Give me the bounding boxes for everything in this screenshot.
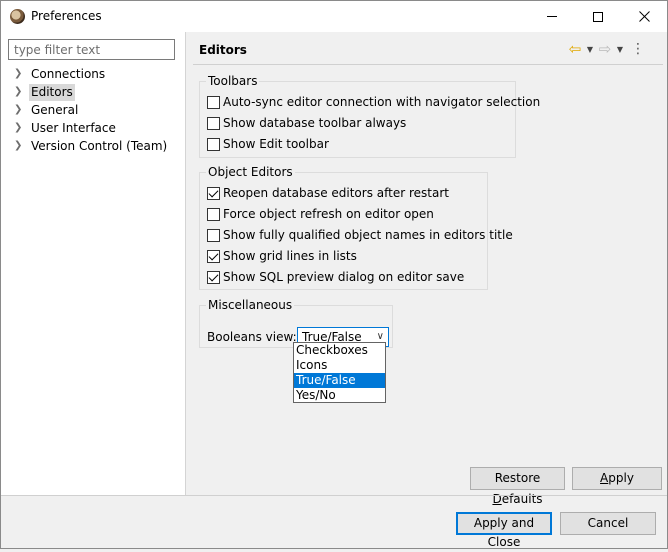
view-menu-icon[interactable]: ⋮ [631, 41, 645, 57]
expand-chevron-icon[interactable]: ❯ [14, 101, 24, 119]
maximize-icon [593, 11, 603, 22]
preferences-window: Preferences ❯ Connections ❯ Editors [0, 0, 668, 549]
dropdown-option-yes-no[interactable]: Yes/No [294, 388, 385, 403]
force-refresh-checkbox-row[interactable]: Force object refresh on editor open [207, 205, 434, 223]
page-nav-toolbar: ⇦ ▼ ⇨ ▼ ⋮ [567, 39, 645, 59]
sql-preview-checkbox-row[interactable]: Show SQL preview dialog on editor save [207, 268, 464, 286]
reopen-editors-checkbox-row[interactable]: Reopen database editors after restart [207, 184, 449, 202]
app-icon [10, 9, 25, 24]
tree-item-version-control[interactable]: ❯ Version Control (Team) [1, 137, 185, 155]
dropdown-option-true-false[interactable]: True/False [294, 373, 385, 388]
expand-chevron-icon[interactable]: ❯ [14, 83, 24, 101]
minimize-button[interactable] [529, 1, 575, 32]
show-edit-toolbar-checkbox[interactable] [207, 137, 220, 151]
tree-item-label: Connections [31, 67, 106, 81]
toolbars-group: Toolbars Auto-sync editor connection wit… [199, 73, 540, 158]
grid-lines-checkbox[interactable] [207, 249, 220, 263]
forward-arrow-icon[interactable]: ⇨ [597, 40, 613, 58]
show-edit-toolbar-checkbox-row[interactable]: Show Edit toolbar [207, 135, 329, 153]
group-title: Miscellaneous [206, 297, 295, 313]
checkbox-label: Show fully qualified object names in edi… [223, 228, 513, 242]
cancel-button[interactable]: Cancel [560, 512, 656, 535]
dropdown-option-checkboxes[interactable]: Checkboxes [294, 343, 385, 358]
title-separator [193, 64, 663, 65]
qualified-names-checkbox[interactable] [207, 228, 220, 242]
restore-defaults-button[interactable]: Restore Defaults [470, 467, 565, 506]
button-label-part: pply [608, 471, 634, 485]
back-history-dropdown-icon[interactable]: ▼ [585, 45, 595, 54]
bottom-separator [1, 495, 667, 496]
checkbox-label: Reopen database editors after restart [223, 186, 449, 200]
booleans-view-dropdown: Checkboxes Icons True/False Yes/No [293, 342, 386, 403]
filter-input[interactable] [8, 39, 175, 60]
reopen-editors-checkbox[interactable] [207, 186, 220, 200]
checkbox-label: Show database toolbar always [223, 116, 407, 130]
checkbox-label: Force object refresh on editor open [223, 207, 434, 221]
close-icon [638, 11, 650, 22]
back-arrow-icon[interactable]: ⇦ [567, 40, 583, 58]
group-title: Toolbars [206, 73, 260, 89]
preferences-nav-pane: ❯ Connections ❯ Editors ❯ General ❯ User… [1, 32, 186, 495]
show-db-toolbar-checkbox[interactable] [207, 116, 220, 130]
auto-sync-checkbox-row[interactable]: Auto-sync editor connection with navigat… [207, 93, 540, 111]
window-title: Preferences [31, 9, 102, 23]
grid-lines-checkbox-row[interactable]: Show grid lines in lists [207, 247, 357, 265]
qualified-names-checkbox-row[interactable]: Show fully qualified object names in edi… [207, 226, 513, 244]
tree-item-connections[interactable]: ❯ Connections [1, 65, 185, 83]
title-bar: Preferences [1, 1, 667, 32]
expand-chevron-icon[interactable]: ❯ [14, 137, 24, 155]
button-label-part: Restore [494, 471, 541, 485]
apply-button[interactable]: Apply [572, 467, 662, 490]
maximize-button[interactable] [575, 1, 621, 32]
tree-item-label: Editors [29, 84, 75, 101]
expand-chevron-icon[interactable]: ❯ [14, 119, 24, 137]
tree-item-user-interface[interactable]: ❯ User Interface [1, 119, 185, 137]
tree-item-general[interactable]: ❯ General [1, 101, 185, 119]
object-editors-group: Object Editors Reopen database editors a… [199, 164, 513, 290]
auto-sync-checkbox[interactable] [207, 95, 220, 109]
forward-history-dropdown-icon[interactable]: ▼ [615, 45, 625, 54]
checkbox-label: Show grid lines in lists [223, 249, 357, 263]
page-title: Editors [199, 43, 247, 57]
minimize-icon [547, 16, 557, 17]
show-db-toolbar-checkbox-row[interactable]: Show database toolbar always [207, 114, 406, 132]
sql-preview-checkbox[interactable] [207, 270, 220, 284]
apply-and-close-button[interactable]: Apply and Close [456, 512, 552, 549]
checkbox-label: Show Edit toolbar [223, 137, 329, 151]
dropdown-option-icons[interactable]: Icons [294, 358, 385, 373]
group-title: Object Editors [206, 164, 295, 180]
booleans-view-label: Booleans view: [207, 330, 297, 344]
close-button[interactable] [621, 1, 667, 32]
checkbox-label: Show SQL preview dialog on editor save [223, 270, 465, 284]
tree-item-editors[interactable]: ❯ Editors [1, 83, 185, 101]
tree-item-label: Version Control (Team) [31, 139, 168, 153]
expand-chevron-icon[interactable]: ❯ [14, 65, 24, 83]
force-refresh-checkbox[interactable] [207, 207, 220, 221]
tree-item-label: User Interface [31, 121, 116, 135]
checkbox-label: Auto-sync editor connection with navigat… [223, 95, 541, 109]
tree-item-label: General [31, 103, 79, 117]
preferences-tree: ❯ Connections ❯ Editors ❯ General ❯ User… [1, 65, 185, 155]
